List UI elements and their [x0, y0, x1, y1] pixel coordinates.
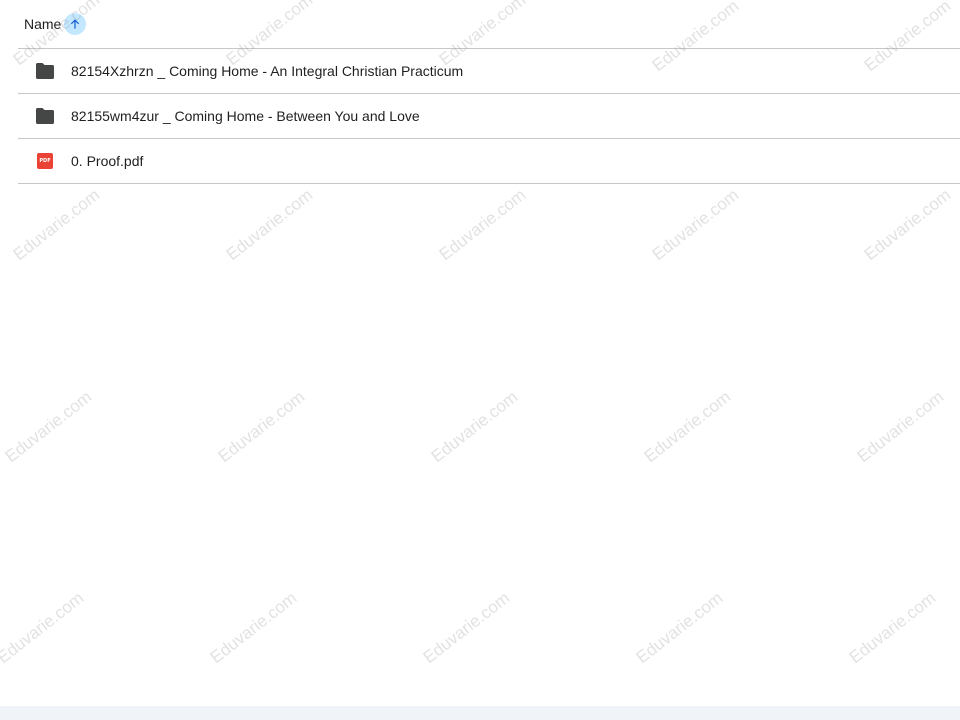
pdf-badge-text: PDF — [39, 158, 51, 164]
pdf-icon: PDF — [35, 151, 55, 171]
watermark-text: Eduvarie.com — [206, 588, 301, 668]
watermark-text: Eduvarie.com — [648, 185, 743, 265]
watermark-text: Eduvarie.com — [860, 185, 955, 265]
file-browser: Name 82154Xzhrzn _ Coming Home - An Inte… — [0, 0, 960, 720]
file-name: 82155wm4zur _ Coming Home - Between You … — [71, 108, 420, 124]
pdf-badge: PDF — [37, 153, 53, 169]
watermark-text: Eduvarie.com — [845, 588, 940, 668]
file-name: 0. Proof.pdf — [71, 153, 144, 169]
file-row-folder-2[interactable]: 82155wm4zur _ Coming Home - Between You … — [18, 94, 960, 139]
list-header: Name — [18, 0, 960, 49]
file-name: 82154Xzhrzn _ Coming Home - An Integral … — [71, 63, 464, 79]
watermark-text: Eduvarie.com — [640, 387, 735, 467]
arrow-upward-icon — [68, 17, 82, 31]
watermark-text: Eduvarie.com — [419, 588, 514, 668]
watermark-text: Eduvarie.com — [435, 185, 530, 265]
folder-icon — [35, 61, 55, 81]
file-row-pdf[interactable]: PDF 0. Proof.pdf — [18, 139, 960, 184]
name-column-header[interactable]: Name — [24, 16, 61, 32]
file-list: 82154Xzhrzn _ Coming Home - An Integral … — [18, 49, 960, 184]
bottom-bar — [0, 706, 960, 720]
watermark-text: Eduvarie.com — [222, 185, 317, 265]
watermark-text: Eduvarie.com — [427, 387, 522, 467]
sort-toggle-button[interactable] — [64, 13, 87, 35]
watermark-text: Eduvarie.com — [214, 387, 309, 467]
watermark-text: Eduvarie.com — [0, 588, 88, 668]
file-row-folder-1[interactable]: 82154Xzhrzn _ Coming Home - An Integral … — [18, 49, 960, 94]
folder-icon — [35, 106, 55, 126]
watermark-text: Eduvarie.com — [1, 387, 96, 467]
watermark-text: Eduvarie.com — [632, 588, 727, 668]
watermark-text: Eduvarie.com — [9, 185, 104, 265]
watermark-text: Eduvarie.com — [853, 387, 948, 467]
